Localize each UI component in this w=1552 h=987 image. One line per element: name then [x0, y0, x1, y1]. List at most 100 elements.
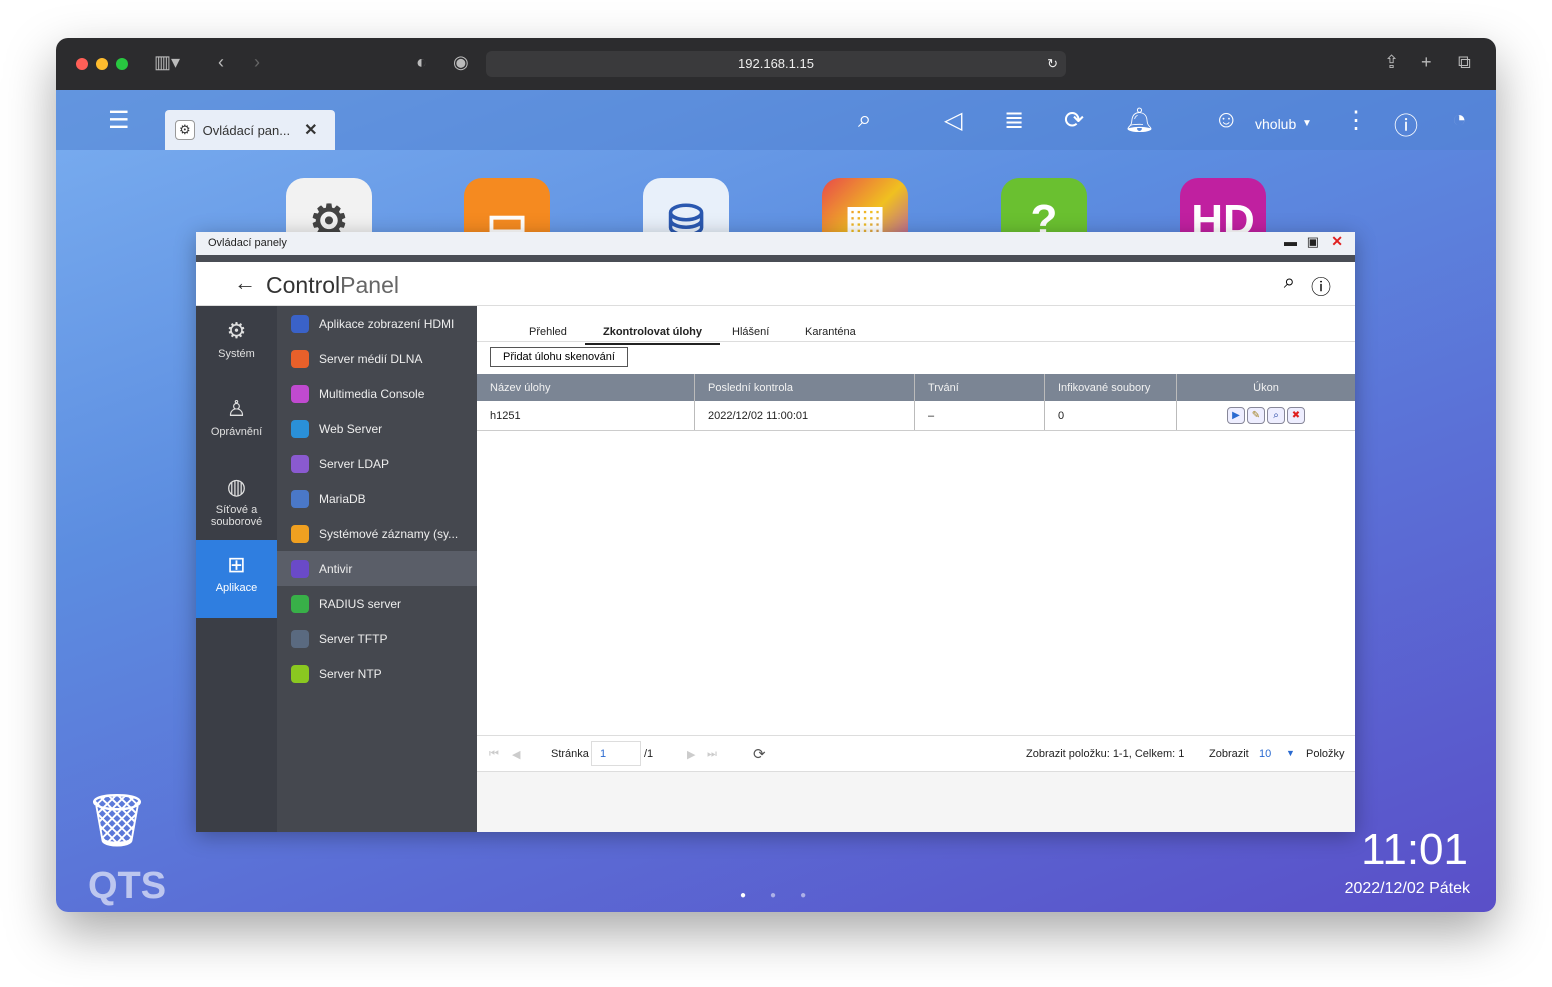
help-icon[interactable]: ⓘ — [1311, 271, 1331, 300]
info-icon[interactable]: ⓘ — [1394, 106, 1418, 141]
trash-icon[interactable]: 🗑︎ — [84, 790, 150, 851]
prev-page-icon[interactable]: ◀ — [512, 748, 520, 761]
speaker-icon[interactable]: ◁ — [944, 106, 962, 135]
reload-icon[interactable]: ↻ — [1047, 51, 1058, 77]
address-bar[interactable]: 192.168.1.15 ↻ — [486, 51, 1066, 77]
app-item[interactable]: Server TFTP — [277, 621, 477, 656]
caret-down-icon[interactable]: ▼ — [1286, 748, 1295, 758]
maximize-icon[interactable]: ▣ — [1307, 234, 1319, 250]
app-label: RADIUS server — [319, 596, 402, 611]
qts-logo: QTS — [88, 865, 167, 907]
caret-down-icon[interactable]: ▼ — [1302, 118, 1312, 129]
share-icon[interactable]: ⇪ — [1384, 52, 1399, 73]
app-icon — [291, 454, 309, 473]
zoom-window-button[interactable] — [116, 58, 128, 70]
new-tab-icon[interactable]: + — [1421, 52, 1432, 73]
delete-icon[interactable]: ✖ — [1287, 407, 1305, 424]
qts-desktop: ☰ ⚙ Ovládací pan... ✕ ⌕ ◁ ≣ ⟳ 🔔︎ ☺ vholub … — [56, 90, 1496, 912]
taskbar-tab-control-panel[interactable]: ⚙ Ovládací pan... ✕ — [165, 110, 335, 150]
sidebar-icon[interactable]: ▥▾ — [154, 52, 180, 73]
page-input[interactable]: 1 — [591, 741, 641, 766]
back-arrow-icon[interactable]: ← — [234, 270, 256, 296]
dashboard-icon[interactable]: ◔ — [1452, 106, 1467, 134]
gear-icon: ⚙ — [226, 318, 247, 343]
first-page-icon[interactable]: ⏮ — [489, 748, 499, 761]
app-item[interactable]: Systémové záznamy (sy... — [277, 516, 477, 551]
last-page-icon[interactable]: ⏭ — [707, 748, 717, 761]
tasks-icon[interactable]: ≣ — [1004, 106, 1024, 135]
apps-icon: ⊞ — [227, 552, 246, 577]
tabs-overview-icon[interactable]: ⧉ — [1458, 52, 1471, 73]
column-header-name[interactable]: Název úlohy — [477, 374, 695, 401]
tab-scan-jobs[interactable]: Zkontrolovat úlohy — [585, 326, 720, 345]
tab-overview[interactable]: Přehled — [529, 326, 567, 338]
app-label: Antivir — [319, 561, 353, 576]
more-icon[interactable]: ⋮ — [1344, 106, 1368, 135]
category-network[interactable]: ◍ Síťové a souborové — [196, 462, 277, 540]
browser-window: ▥▾ ‹ › ◐ ◉ 192.168.1.15 ↻ ⇪ + ⧉ ☰ ⚙ Ovláda… — [56, 38, 1496, 912]
tab-label: Ovládací pan... — [202, 122, 291, 138]
category-system[interactable]: ⚙ Systém — [196, 306, 277, 384]
edit-icon[interactable]: ✎ — [1247, 407, 1265, 424]
app-item[interactable]: Aplikace zobrazení HDMI — [277, 306, 477, 341]
app-item[interactable]: Server NTP — [277, 656, 477, 691]
category-sidebar: ⚙ Systém ♙ Oprávnění ◍ Síťové a souborové ⊞… — [196, 306, 277, 832]
app-item[interactable]: MariaDB — [277, 481, 477, 516]
divider — [196, 255, 1355, 262]
clock-date: 2022/12/02 Pátek — [1344, 880, 1470, 897]
minimize-icon[interactable]: ▬ — [1284, 234, 1297, 249]
sync-icon[interactable]: ⟳ — [1064, 106, 1084, 135]
tab-bar: Přehled Zkontrolovat úlohy Hlášení Karan… — [477, 306, 1355, 345]
next-page-icon[interactable]: ▶ — [687, 748, 695, 761]
menu-icon[interactable]: ☰ — [108, 106, 130, 135]
app-item[interactable]: RADIUS server — [277, 586, 477, 621]
user-icon[interactable]: ☺ — [1214, 106, 1239, 134]
page-indicator[interactable]: ●●● — [740, 890, 830, 901]
back-icon[interactable]: ‹ — [218, 52, 224, 73]
app-icon — [291, 664, 309, 683]
category-privileges[interactable]: ♙ Oprávnění — [196, 384, 277, 462]
clock-time: 11:01 — [1361, 825, 1468, 874]
app-item[interactable]: Web Server — [277, 411, 477, 446]
search-icon[interactable]: ⌕ — [858, 106, 871, 134]
control-panel-window: Ovládací panely ▬ ▣ ✕ ← ControlPanel ⌕ ⓘ… — [196, 232, 1355, 832]
app-item[interactable]: Multimedia Console — [277, 376, 477, 411]
app-item[interactable]: Server LDAP — [277, 446, 477, 481]
forward-icon[interactable]: › — [254, 52, 260, 73]
window-title: Ovládací panely — [208, 237, 287, 249]
cell-infected: 0 — [1045, 401, 1177, 430]
close-icon[interactable]: ✕ — [304, 120, 317, 140]
cell-name: h1251 — [477, 401, 695, 430]
search-icon[interactable]: ⌕ — [1284, 271, 1295, 294]
close-window-button[interactable] — [76, 58, 88, 70]
tab-quarantine[interactable]: Karanténa — [805, 326, 856, 338]
refresh-icon[interactable]: ⟳ — [753, 745, 766, 763]
category-label: Aplikace — [215, 582, 258, 594]
close-icon[interactable]: ✕ — [1331, 233, 1343, 250]
app-label: Server LDAP — [319, 456, 390, 471]
scan-jobs-table: Název úlohy Poslední kontrola Trvání Inf… — [477, 374, 1355, 431]
column-header-infected[interactable]: Infikované soubory — [1045, 374, 1177, 401]
per-page-select[interactable]: 10 — [1259, 748, 1271, 760]
app-label: Aplikace zobrazení HDMI — [319, 316, 455, 331]
column-header-last-scan[interactable]: Poslední kontrola — [695, 374, 915, 401]
column-header-duration[interactable]: Trvání — [915, 374, 1045, 401]
cell-last-scan: 2022/12/02 11:00:01 — [695, 401, 915, 430]
app-item[interactable]: Server médií DLNA — [277, 341, 477, 376]
app-item[interactable]: Antivir — [277, 551, 477, 586]
minimize-window-button[interactable] — [96, 58, 108, 70]
app-icon — [291, 314, 309, 333]
table-row[interactable]: h1251 2022/12/02 11:00:01 – 0 ▶ ✎ ⌕ ✖ — [477, 401, 1355, 431]
antivirus-content: Přehled Zkontrolovat úlohy Hlášení Karan… — [477, 306, 1355, 832]
tab-reports[interactable]: Hlášení — [732, 326, 769, 338]
extension-icon[interactable]: ◉ — [453, 52, 469, 73]
qts-top-bar: ☰ ⚙ Ovládací pan... ✕ ⌕ ◁ ≣ ⟳ 🔔︎ ☺ vholub … — [56, 90, 1496, 150]
add-scan-job-button[interactable]: Přidat úlohu skenování — [490, 347, 628, 367]
run-icon[interactable]: ▶ — [1227, 407, 1245, 424]
view-report-icon[interactable]: ⌕ — [1267, 407, 1285, 424]
globe-icon: ◍ — [226, 474, 247, 499]
bell-icon[interactable]: 🔔︎ — [1124, 106, 1154, 135]
category-applications[interactable]: ⊞ Aplikace — [196, 540, 277, 618]
shield-icon[interactable]: ◐ — [416, 52, 427, 73]
user-menu[interactable]: vholub — [1255, 116, 1296, 132]
